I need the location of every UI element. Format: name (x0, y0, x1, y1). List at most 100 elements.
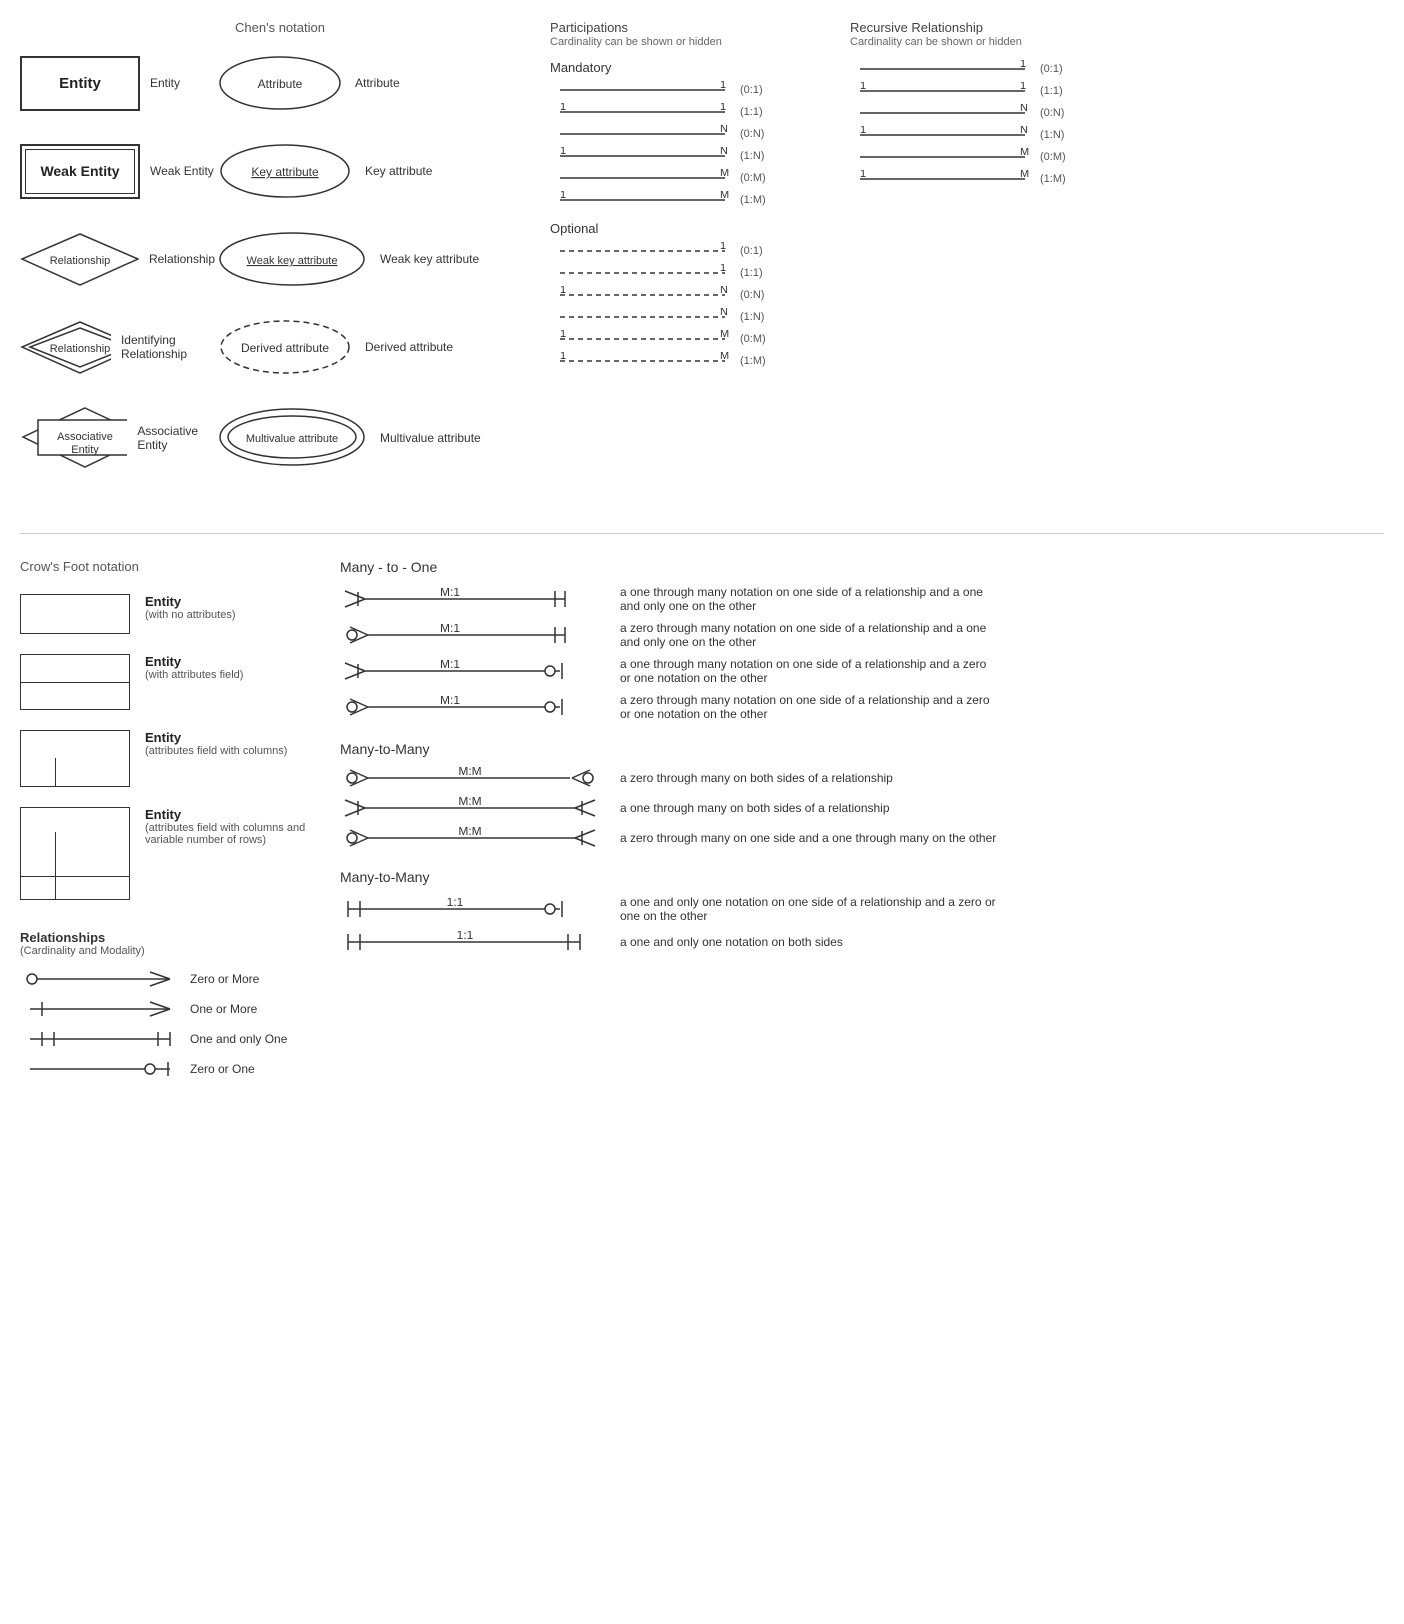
m1-desc-0: a one through many notation on one side … (620, 585, 1000, 613)
one-to-one-title: Many-to-Many (340, 869, 1384, 885)
entity-cols-label: Entity (145, 730, 287, 745)
section-divider (20, 533, 1384, 534)
svg-text:1: 1 (1020, 60, 1026, 70)
crows-right: Many - to - One M:1 (340, 559, 1384, 1089)
11-symbol-1: 1:1 (340, 931, 600, 953)
svg-text:Key attribute: Key attribute (251, 165, 319, 179)
svg-text:N: N (720, 286, 728, 296)
opt-notation-0: (0:1) (740, 245, 780, 257)
mand-row-4: M (0:M) (550, 169, 830, 187)
many-to-one-title: Many - to - One (340, 559, 1384, 575)
mand-notation-4: (0:M) (740, 172, 780, 184)
participations-subtitle: Cardinality can be shown or hidden (550, 36, 830, 48)
entity-colsrows-label: Entity (145, 807, 320, 822)
svg-text:M: M (1020, 148, 1029, 158)
zero-or-more-row: Zero or More (20, 969, 320, 989)
svg-text:M:1: M:1 (440, 696, 460, 707)
identifying-relationship-label: Identifying Relationship (121, 333, 215, 361)
svg-text:M:1: M:1 (440, 588, 460, 599)
associative-entity-item: Associative Entity Associative Entity (20, 405, 215, 470)
zero-or-one-symbol (20, 1059, 180, 1079)
entity-item: Entity Entity (20, 56, 215, 111)
relationship-item: Relationship Relationship (20, 232, 215, 287)
entity-cols-sublabel: (attributes field with columns) (145, 745, 287, 757)
weak-key-attribute-label: Weak key attribute (380, 252, 479, 266)
rec-row-5: 1 M (1:M) (850, 170, 1384, 188)
entity-attrs-label: Entity (145, 654, 243, 669)
svg-text:M: M (720, 169, 729, 179)
attribute-shape: Attribute (215, 53, 345, 113)
many-to-many-title: Many-to-Many (340, 741, 1384, 757)
one-and-only-one-label: One and only One (190, 1032, 287, 1046)
svg-text:1: 1 (560, 103, 566, 113)
mand-notation-0: (0:1) (740, 84, 780, 96)
key-attribute-label: Key attribute (365, 164, 432, 178)
opt-row-0: 1 (0:1) (550, 242, 830, 260)
entity-attrs-shape (20, 654, 130, 710)
svg-text:Entity: Entity (71, 444, 99, 456)
mm-desc-0: a zero through many on both sides of a r… (620, 771, 893, 785)
rec-row-1: 1 1 (1:1) (850, 82, 1384, 100)
svg-text:1: 1 (560, 147, 566, 157)
weak-entity-label: Weak Entity (150, 164, 214, 178)
derived-attribute-shape: Derived attribute (215, 317, 355, 377)
svg-text:N: N (720, 147, 728, 157)
derived-attribute-label: Derived attribute (365, 340, 453, 354)
entity-simple-sublabel: (with no attributes) (145, 609, 235, 621)
m1-row-3: M:1 a zero through many notation on one … (340, 693, 1384, 721)
associative-entity-shape: Associative Entity (20, 405, 127, 470)
svg-text:Multivalue attribute: Multivalue attribute (246, 433, 338, 445)
opt-notation-2: (0:N) (740, 289, 780, 301)
one-or-more-row: One or More (20, 999, 320, 1019)
crows-entity-cols: Entity (attributes field with columns) (20, 730, 320, 787)
svg-text:1: 1 (720, 264, 726, 274)
mm-desc-1: a one through many on both sides of a re… (620, 801, 890, 815)
rec-row-4: M (0:M) (850, 148, 1384, 166)
mand-row-3: 1 N (1:N) (550, 147, 830, 165)
one-and-only-one-symbol (20, 1029, 180, 1049)
11-symbol-0: 1:1 (340, 898, 600, 920)
svg-text:1: 1 (560, 352, 566, 362)
attribute-item: Attribute Attribute (215, 53, 535, 113)
one-to-one-section: Many-to-Many 1:1 a one and only one nota… (340, 869, 1384, 953)
entity-colsrows-shape (20, 807, 130, 900)
svg-text:N: N (720, 125, 728, 135)
opt-notation-5: (1:M) (740, 355, 780, 367)
svg-text:Relationship: Relationship (50, 343, 111, 355)
svg-text:1: 1 (720, 103, 726, 113)
mandatory-label: Mandatory (550, 60, 830, 75)
svg-text:1: 1 (1020, 82, 1026, 92)
multivalue-attribute-label: Multivalue attribute (380, 431, 481, 445)
identifying-relationship-item: Relationship Identifying Relationship (20, 320, 215, 375)
entity-cols-shape (20, 730, 130, 787)
svg-text:M: M (720, 191, 729, 201)
svg-text:Derived attribute: Derived attribute (241, 341, 329, 355)
recursive-section: Recursive Relationship Cardinality can b… (830, 20, 1384, 498)
mm-row-0: M:M a zero through many on both sides of… (340, 767, 1384, 789)
mm-symbol-0: M:M (340, 767, 600, 789)
svg-text:M:M: M:M (458, 767, 481, 778)
svg-text:N: N (1020, 126, 1028, 136)
svg-text:N: N (720, 308, 728, 318)
key-attribute-item: Key attribute Key attribute (215, 141, 535, 201)
svg-text:1: 1 (560, 286, 566, 296)
multivalue-attribute-item: Multivalue attribute Multivalue attribut… (215, 405, 535, 470)
weak-entity-item: Weak Entity Weak Entity (20, 144, 215, 199)
svg-text:1: 1 (560, 330, 566, 340)
svg-text:1:1: 1:1 (447, 898, 464, 909)
mand-notation-3: (1:N) (740, 150, 780, 162)
participations-section: Participations Cardinality can be shown … (540, 20, 830, 498)
mand-row-1: 1 1 (1:1) (550, 103, 830, 121)
optional-label: Optional (550, 221, 830, 236)
opt-row-4: 1 M (0:M) (550, 330, 830, 348)
opt-notation-3: (1:N) (740, 311, 780, 323)
multivalue-attribute-shape: Multivalue attribute (215, 405, 370, 470)
opt-notation-4: (0:M) (740, 333, 780, 345)
mm-row-1: M:M a one through many on both sides of … (340, 797, 1384, 819)
relationships-subtitle: (Cardinality and Modality) (20, 945, 320, 957)
mand-row-2: N (0:N) (550, 125, 830, 143)
m1-desc-1: a zero through many notation on one side… (620, 621, 1000, 649)
mand-row-5: 1 M (1:M) (550, 191, 830, 209)
m1-symbol-2: M:1 (340, 660, 600, 682)
rec-row-2: N (0:N) (850, 104, 1384, 122)
